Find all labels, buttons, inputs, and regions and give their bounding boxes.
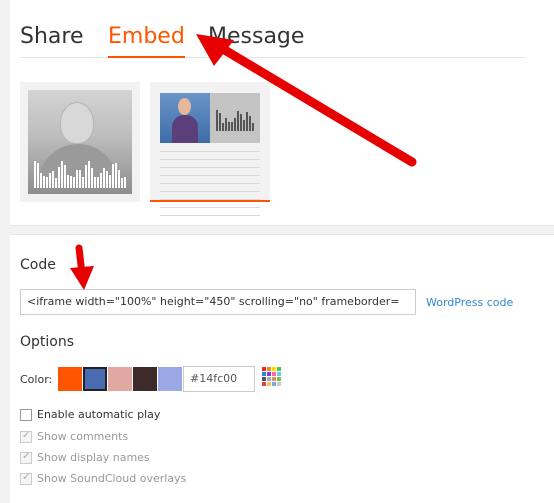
widget-style-visual-thumbnail[interactable] bbox=[20, 82, 140, 202]
tab-embed[interactable]: Embed bbox=[108, 22, 185, 58]
color-label: Color: bbox=[20, 373, 53, 386]
show-display-names-checkbox bbox=[20, 451, 32, 464]
show-display-names-option: Show display names bbox=[20, 451, 150, 464]
options-heading: Options bbox=[20, 334, 75, 350]
wordpress-code-link[interactable]: WordPress code bbox=[426, 296, 513, 309]
show-overlays-label: Show SoundCloud overlays bbox=[37, 472, 187, 485]
show-comments-checkbox bbox=[20, 430, 32, 443]
color-hex-input[interactable]: #14fc00 bbox=[183, 366, 255, 392]
code-heading: Code bbox=[20, 257, 56, 273]
color-swatch-orange[interactable] bbox=[58, 367, 82, 391]
tab-message[interactable]: Message bbox=[208, 22, 304, 57]
mini-player-preview bbox=[160, 93, 260, 143]
color-swatch-blue[interactable] bbox=[83, 367, 107, 391]
artist-photo-grayscale bbox=[28, 90, 132, 194]
show-display-names-label: Show display names bbox=[37, 451, 150, 464]
show-overlays-option: Show SoundCloud overlays bbox=[20, 472, 186, 485]
color-swatch-lavender[interactable] bbox=[158, 367, 182, 391]
show-comments-option: Show comments bbox=[20, 430, 128, 443]
tab-share[interactable]: Share bbox=[20, 22, 84, 57]
autoplay-option[interactable]: Enable automatic play bbox=[20, 408, 160, 421]
autoplay-checkbox[interactable] bbox=[20, 408, 32, 421]
embed-code-field[interactable]: <iframe width="100%" height="450" scroll… bbox=[20, 289, 416, 315]
show-comments-label: Show comments bbox=[37, 430, 129, 443]
widget-style-classic-thumbnail[interactable] bbox=[150, 82, 270, 216]
autoplay-label: Enable automatic play bbox=[37, 408, 161, 421]
color-palette-icon[interactable] bbox=[262, 367, 281, 386]
waveform-icon bbox=[34, 158, 126, 188]
tracklist-lines bbox=[160, 151, 260, 223]
waveform-icon bbox=[216, 107, 256, 131]
share-tabs: Share Embed Message bbox=[20, 22, 526, 58]
color-swatch-pink[interactable] bbox=[108, 367, 132, 391]
show-overlays-checkbox bbox=[20, 472, 32, 485]
color-swatch-brown[interactable] bbox=[133, 367, 157, 391]
artist-photo bbox=[160, 93, 210, 143]
